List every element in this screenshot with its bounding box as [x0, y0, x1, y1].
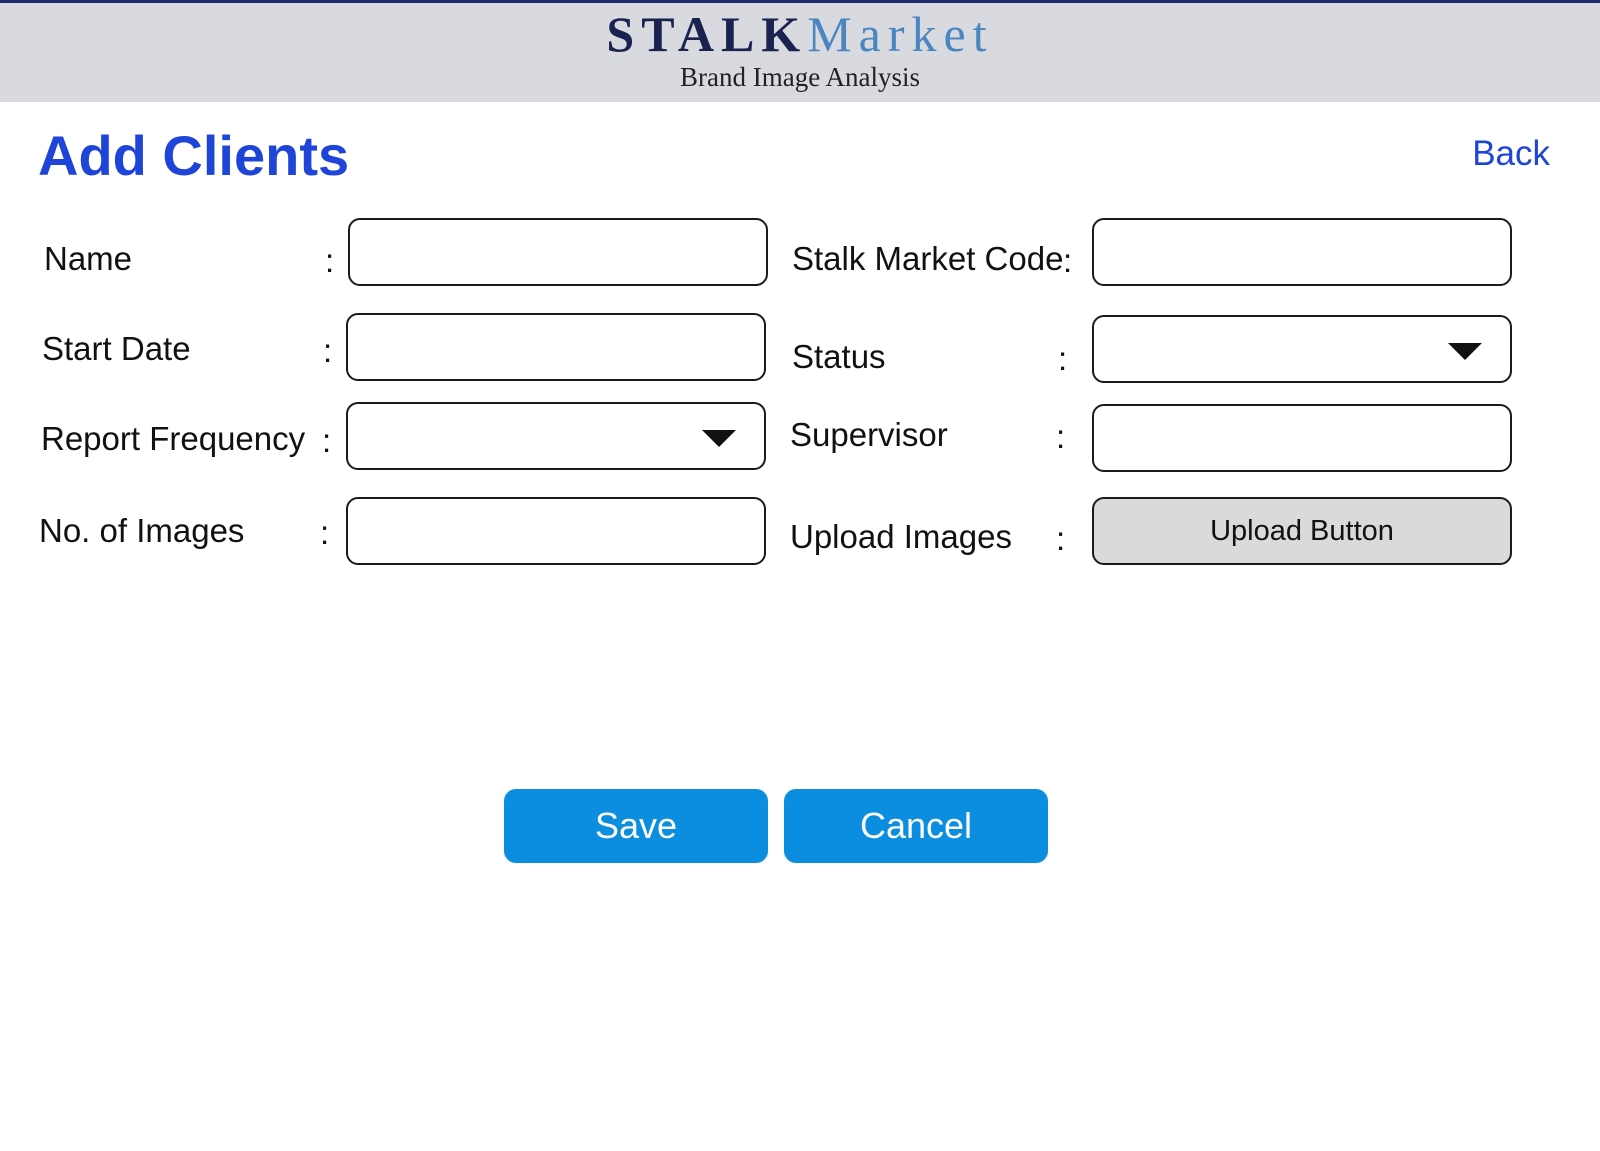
supervisor-colon: :: [1056, 418, 1066, 455]
chevron-down-icon: [702, 430, 736, 447]
report-frequency-colon: :: [322, 422, 332, 459]
upload-images-colon: :: [1056, 520, 1066, 557]
save-button[interactable]: Save: [504, 789, 768, 863]
logo-stalk: STALK: [606, 6, 808, 62]
status-select[interactable]: [1092, 315, 1512, 383]
report-frequency-label: Report Frequency: [41, 420, 306, 457]
start-date-colon: :: [323, 332, 333, 369]
upload-images-label: Upload Images: [790, 518, 1012, 555]
no-of-images-input[interactable]: [346, 497, 766, 565]
brand-tagline: Brand Image Analysis: [680, 62, 920, 92]
name-colon: :: [325, 242, 335, 279]
supervisor-label: Supervisor: [790, 416, 948, 453]
name-input[interactable]: [348, 218, 768, 286]
status-colon: :: [1058, 340, 1068, 377]
page-title: Add Clients: [38, 124, 350, 187]
start-date-label: Start Date: [42, 330, 191, 367]
back-link[interactable]: Back: [1472, 132, 1550, 176]
stalk-market-code-label: Stalk Market Code: [792, 240, 1064, 277]
report-frequency-select[interactable]: [346, 402, 766, 470]
stalk-market-code-colon: :: [1063, 242, 1073, 279]
cancel-button[interactable]: Cancel: [784, 789, 1048, 863]
start-date-input[interactable]: [346, 313, 766, 381]
name-label: Name: [44, 240, 133, 277]
stalk-market-code-input[interactable]: [1092, 218, 1512, 286]
brand-logo: STALKMarket: [0, 5, 1600, 63]
supervisor-input[interactable]: [1092, 404, 1512, 472]
status-label: Status: [792, 338, 886, 375]
no-of-images-colon: :: [320, 514, 330, 551]
app-header: STALKMarket Brand Image Analysis: [0, 0, 1600, 102]
logo-market: Market: [807, 6, 994, 62]
no-of-images-label: No. of Images: [39, 512, 245, 549]
chevron-down-icon: [1448, 343, 1482, 360]
upload-button[interactable]: Upload Button: [1092, 497, 1512, 565]
